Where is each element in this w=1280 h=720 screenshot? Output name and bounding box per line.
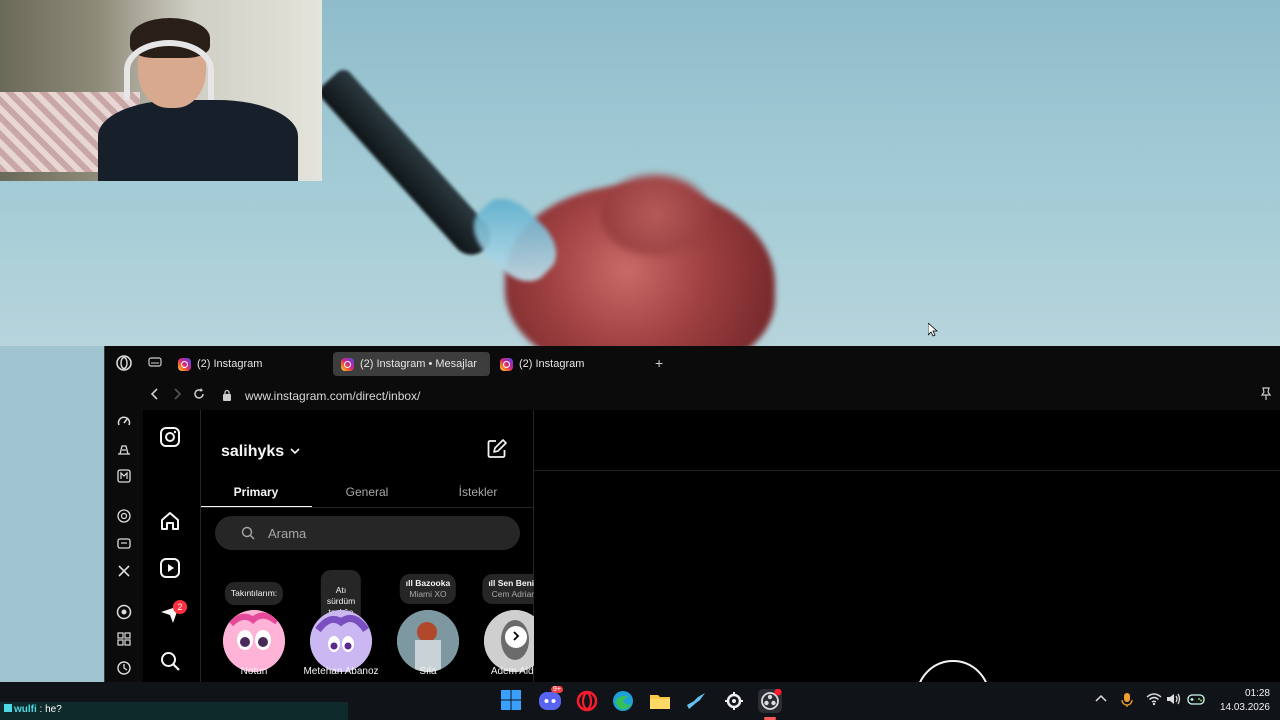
chatgpt-icon[interactable] — [115, 508, 133, 526]
account-username[interactable]: salihyks — [221, 443, 284, 461]
new-tab-button[interactable]: + — [655, 355, 663, 371]
wifi-icon[interactable] — [1146, 692, 1162, 709]
new-message-icon[interactable] — [486, 438, 508, 460]
volume-icon[interactable] — [1166, 692, 1182, 709]
history-icon[interactable] — [115, 660, 133, 678]
opera-gx-icon[interactable] — [575, 689, 599, 713]
forward-button[interactable] — [171, 387, 183, 404]
instagram-favicon-icon — [500, 357, 513, 371]
tray-chevron-up-icon[interactable] — [1095, 692, 1107, 706]
note-label: Notun — [240, 666, 268, 677]
conversation-area — [534, 410, 1280, 720]
discord-icon[interactable]: 9+ — [538, 686, 563, 713]
instagram-favicon-icon — [178, 357, 191, 371]
search-nav-icon[interactable] — [159, 650, 183, 674]
clock-time: 01:28 — [1244, 688, 1270, 699]
gamepad-icon[interactable] — [1187, 692, 1205, 709]
note-bubble: ıll Bazooka Miami XO — [399, 574, 457, 604]
url-text[interactable]: www.instagram.com/direct/inbox/ — [245, 389, 420, 403]
reload-button[interactable] — [192, 387, 206, 404]
clock-date: 14.03.2026 — [1219, 702, 1270, 713]
tab-general[interactable]: General — [312, 485, 422, 499]
notification-badge: 2 — [173, 600, 187, 614]
back-button[interactable] — [149, 387, 161, 404]
discord-badge: 9+ — [551, 686, 563, 693]
heart-image-top — [600, 175, 710, 255]
instagram-nav: 2 — [143, 410, 201, 682]
opera-logo-icon[interactable] — [115, 355, 133, 373]
note-label: Metehan Abanoz — [303, 666, 379, 677]
steelseries-icon[interactable] — [722, 689, 746, 713]
home-icon[interactable] — [159, 510, 183, 534]
knife-image — [315, 66, 499, 263]
lock-icon — [223, 389, 231, 401]
stream-chat-overlay: wulfi : he? — [0, 702, 348, 720]
tab-bar: (2) Instagram (2) Instagram • Mesajlar (… — [105, 346, 1280, 382]
aria-icon[interactable] — [115, 441, 133, 459]
search-input[interactable]: Arama — [215, 516, 520, 550]
x-twitter-icon[interactable] — [115, 564, 133, 582]
note-label: Sıla — [419, 666, 437, 677]
workspaces-icon[interactable] — [115, 632, 133, 650]
chevron-down-icon[interactable] — [290, 447, 300, 458]
microphone-icon[interactable] — [1121, 692, 1133, 711]
mouse-cursor-icon — [928, 323, 938, 337]
tab-islands-icon[interactable] — [146, 355, 164, 373]
next-arrow-button[interactable] — [505, 626, 527, 648]
obs-icon[interactable] — [758, 688, 782, 720]
header-divider — [534, 470, 1280, 471]
headphones — [124, 40, 214, 100]
webcam-overlay — [0, 0, 322, 181]
chat-username: wulfi — [14, 704, 37, 715]
opera-sidebar — [105, 410, 143, 682]
inbox-tabs: Primary General İstekler — [201, 476, 534, 508]
system-clock[interactable]: 01:28 14.03.2026 — [1210, 687, 1270, 715]
notes-row: Takıntılarım: Notun Atı sürdüm taşlığa s… — [201, 570, 534, 682]
speed-dial-icon[interactable] — [115, 414, 133, 432]
direct-messages-panel: salihyks Primary General İstekler Arama … — [201, 410, 534, 682]
browser-window: (2) Instagram (2) Instagram • Mesajlar (… — [104, 346, 1280, 720]
tab-primary[interactable]: Primary — [201, 485, 311, 499]
note-label: Adem Alde — [490, 666, 534, 677]
instagram-logo-icon[interactable] — [159, 426, 183, 450]
file-explorer-icon[interactable] — [648, 689, 672, 713]
edge-icon[interactable] — [611, 689, 635, 713]
chat-app-icon[interactable] — [115, 536, 133, 554]
search-icon — [241, 526, 255, 540]
messenger-app-icon[interactable] — [115, 468, 133, 486]
browser-tab-1[interactable]: (2) Instagram — [170, 352, 270, 376]
tab-requests[interactable]: İstekler — [423, 485, 533, 499]
note-bubble: Takıntılarım: — [224, 582, 284, 605]
steam-icon[interactable] — [684, 689, 708, 713]
address-bar: www.instagram.com/direct/inbox/ — [105, 382, 1280, 410]
windows-start-icon[interactable] — [500, 689, 524, 713]
note-bubble: ıll Sen Benim Cem Adrian, — [482, 574, 534, 604]
chat-user-icon — [4, 704, 12, 712]
chat-message: : he? — [36, 704, 62, 715]
reels-icon[interactable] — [159, 557, 183, 581]
tab-active-indicator — [201, 506, 312, 507]
search-placeholder: Arama — [268, 526, 307, 541]
pin-icon[interactable] — [1260, 387, 1272, 404]
tab-divider — [201, 507, 534, 508]
music-player-icon[interactable] — [115, 604, 133, 622]
browser-tab-2[interactable]: (2) Instagram • Mesajlar — [333, 352, 490, 376]
avatar — [310, 610, 372, 672]
browser-tab-3[interactable]: (2) Instagram — [492, 352, 592, 376]
instagram-favicon-icon — [341, 357, 354, 371]
avatar — [223, 610, 285, 672]
avatar — [397, 610, 459, 672]
